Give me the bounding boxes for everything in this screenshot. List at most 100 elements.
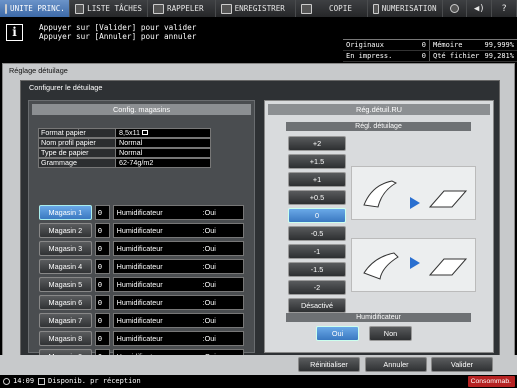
tray-decurl-value: 0 [94, 276, 110, 292]
cancel-button[interactable]: Annuler [365, 357, 427, 372]
copy-icon [301, 3, 313, 14]
settings-window: Réglage détuilage Configurer le détuilag… [2, 63, 515, 374]
decurl-panel: Configurer le détuilage Config. magasins… [20, 80, 500, 364]
property-label: Grammage [38, 158, 116, 168]
curl-up-icon [363, 180, 468, 209]
adjust-step-button[interactable]: -2 [288, 280, 346, 295]
humidifier-value: :Oui [202, 333, 216, 343]
adjust-step-button[interactable]: -1 [288, 244, 346, 259]
humidifier-value: :Oui [202, 225, 216, 235]
tab-enregistrer[interactable]: ENREGISTRER [215, 0, 297, 17]
adjust-steps: +2 +1.5 +1 +0.5 0 -0.5 -1 -1.5 -2 Désactivé [288, 136, 346, 316]
tray-decurl-value: 0 [94, 258, 110, 274]
tray-list: Magasin 1 0 Humidificateur:Oui Magasin 2 … [39, 203, 244, 365]
humidifier-label: Humidificateur [116, 315, 163, 325]
filesize-label: Qté fichier [433, 52, 480, 60]
recall-icon [153, 3, 164, 14]
adjust-step-button[interactable]: +2 [288, 136, 346, 151]
help-icon: ? [501, 3, 507, 14]
tray-button[interactable]: Magasin 4 [39, 258, 92, 274]
volume-tab[interactable]: ◀) [467, 0, 493, 17]
help-tab[interactable] [442, 0, 468, 17]
humidifier-yes-button[interactable]: Oui [316, 326, 359, 341]
tab-rappeler[interactable]: RAPPELER [148, 0, 216, 17]
message-line-2: Appuyer sur [Annuler] pour annuler [39, 32, 197, 41]
tray-humidifier: Humidificateur:Oui [112, 222, 244, 238]
curl-down-icon [363, 252, 468, 280]
tray-decurl-value: 0 [94, 222, 110, 238]
adjust-step-button[interactable]: +1 [288, 172, 346, 187]
ok-button[interactable]: Valider [431, 357, 493, 372]
tray-row: Magasin 8 0 Humidificateur:Oui [39, 329, 244, 347]
tray-button[interactable]: Magasin 1 [39, 204, 92, 220]
speaker-icon: ◀) [473, 3, 485, 14]
home-icon [5, 3, 7, 14]
humidifier-value: :Oui [202, 243, 216, 253]
tray-button[interactable]: Magasin 5 [39, 276, 92, 292]
tray-button[interactable]: Magasin 6 [39, 294, 92, 310]
tray-button[interactable]: Magasin 7 [39, 312, 92, 328]
tray-row: Magasin 6 0 Humidificateur:Oui [39, 293, 244, 311]
job-list-icon [75, 3, 85, 14]
tray-decurl-value: 0 [94, 204, 110, 220]
property-row: Type de papier Normal [38, 148, 211, 158]
reset-button[interactable]: Réinitialiser [298, 357, 360, 372]
tray-button[interactable]: Magasin 3 [39, 240, 92, 256]
tab-label: NUMERISATION [381, 4, 437, 13]
tray-button[interactable]: Magasin 8 [39, 330, 92, 346]
tray-humidifier: Humidificateur:Oui [112, 276, 244, 292]
adjust-step-button[interactable]: -1.5 [288, 262, 346, 277]
tab-liste-taches[interactable]: LISTE TÂCHES [70, 0, 148, 17]
decurl-adjust-panel: Rég.détuil.RU Régl. détuilage +2 +1.5 +1 +0… [264, 100, 494, 353]
register-icon [220, 3, 232, 14]
tray-button[interactable]: Magasin 2 [39, 222, 92, 238]
humidifier-label: Humidificateur [116, 279, 163, 289]
printing-label: En impress. [346, 52, 393, 60]
property-value: Normal [116, 138, 211, 148]
adjust-step-button[interactable]: Désactivé [288, 298, 346, 313]
humidifier-value: :Oui [202, 297, 216, 307]
status-text: Disponib. pr réception [48, 377, 141, 385]
panel-title: Configurer le détuilage [29, 83, 103, 92]
tab-unite-princ[interactable]: UNITE PRINC. [0, 0, 70, 17]
tray-row: Magasin 1 0 Humidificateur:Oui [39, 203, 244, 221]
tray-decurl-value: 0 [94, 240, 110, 256]
property-row: Format papier 8,5x11 [38, 128, 211, 138]
adjust-step-button[interactable]: 0 [288, 208, 346, 223]
decurl-adjust-header: Rég.détuil.RU [268, 104, 490, 115]
adjust-step-button[interactable]: -0.5 [288, 226, 346, 241]
humidifier-value: :Oui [202, 261, 216, 271]
consumables-button[interactable]: Consommab. [467, 376, 515, 387]
upward-curl-illustration [351, 166, 476, 220]
humidifier-no-button[interactable]: Non [369, 326, 412, 341]
tray-row: Magasin 5 0 Humidificateur:Oui [39, 275, 244, 293]
humidifier-label: Humidificateur [116, 261, 163, 271]
adjust-step-button[interactable]: +0.5 [288, 190, 346, 205]
help-button[interactable]: ? [492, 0, 517, 17]
tab-numerisation[interactable]: NUMERISATION [367, 0, 443, 17]
paper-size-value: 8,5x11 [119, 128, 141, 137]
tray-humidifier: Humidificateur :Oui [112, 240, 244, 256]
tray-config-panel: Config. magasins Format papier 8,5x11 Nom… [28, 100, 255, 364]
top-tab-bar: UNITE PRINC. LISTE TÂCHES RAPPELER ENREG… [0, 0, 517, 17]
window-title: Réglage détuilage [9, 66, 68, 75]
property-label: Type de papier [38, 148, 116, 158]
clock-icon [3, 378, 10, 385]
tray-row: Magasin 4 0 Humidificateur :Oui [39, 257, 244, 275]
status-icon [38, 378, 45, 385]
humidifier-label: Humidificateur [116, 333, 163, 343]
adjust-step-button[interactable]: +1.5 [288, 154, 346, 169]
tab-label: COPIE [329, 4, 352, 13]
filesize-value: 99,281% [484, 52, 514, 60]
property-value: Normal [116, 148, 211, 158]
info-icon: i [6, 24, 23, 41]
tray-humidifier: Humidificateur :Oui [112, 330, 244, 346]
property-label: Format papier [38, 128, 116, 138]
downward-curl-illustration [351, 238, 476, 292]
memory-label: Mémoire [433, 41, 463, 49]
humidifier-value: :Oui [202, 315, 216, 325]
tray-row: Magasin 2 0 Humidificateur:Oui [39, 221, 244, 239]
tab-copie[interactable]: COPIE [296, 0, 368, 17]
humidifier-value: :Oui [202, 207, 216, 217]
humidifier-label: Humidificateur [116, 243, 163, 253]
